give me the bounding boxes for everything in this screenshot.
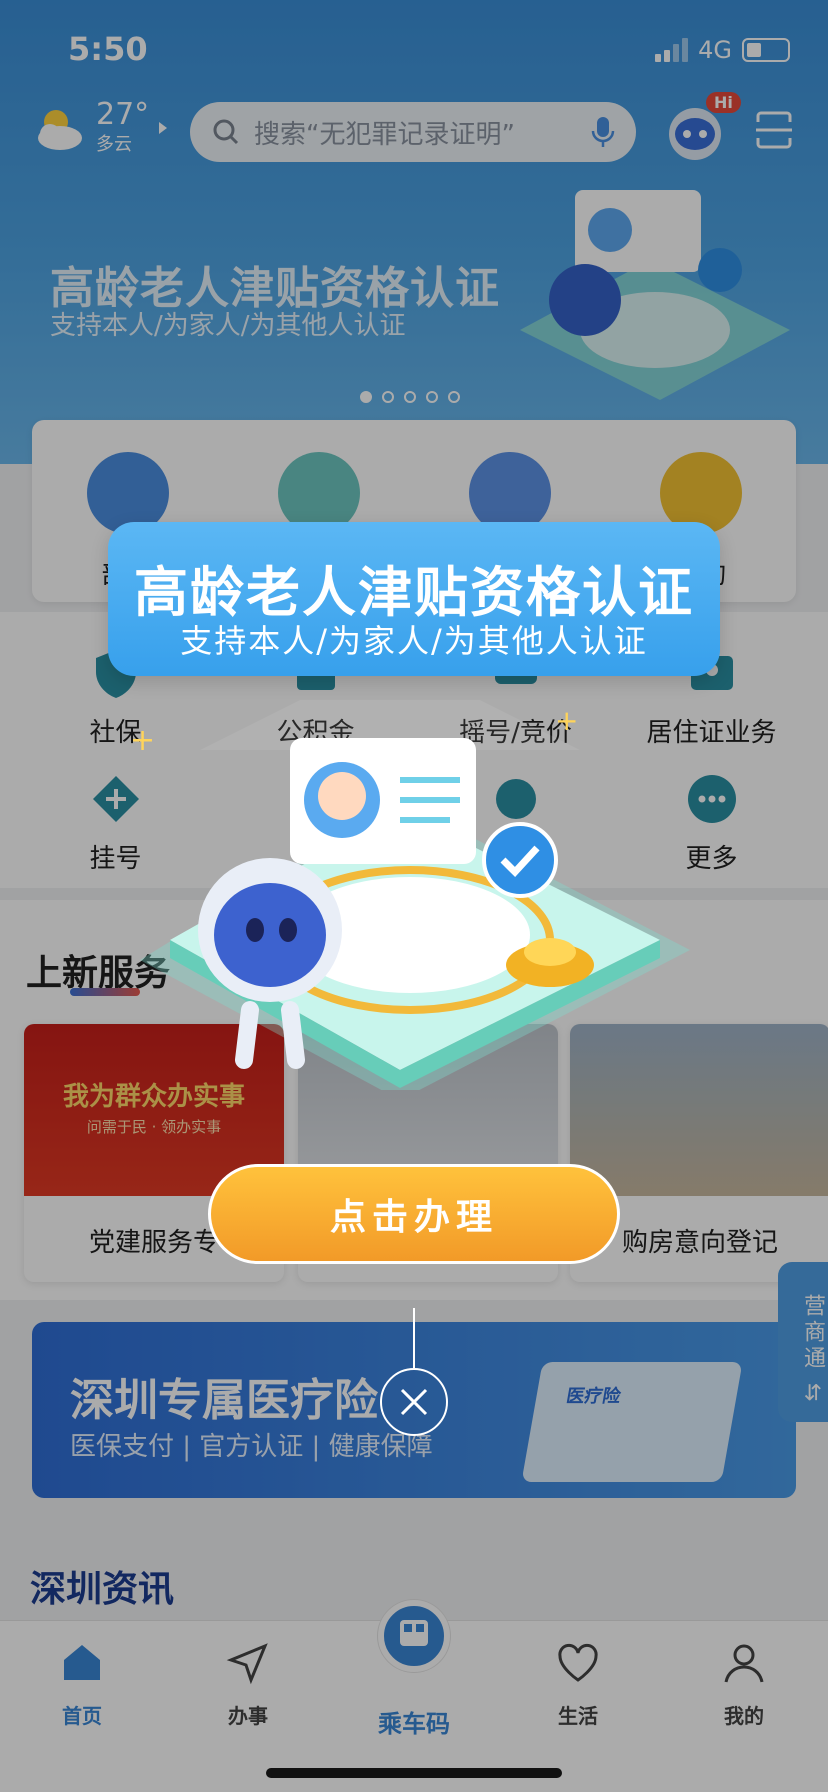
close-button[interactable] (380, 1368, 448, 1436)
popup-illustration: + + (130, 700, 690, 1090)
close-connector-line (413, 1308, 415, 1370)
handle-now-button[interactable]: 点击办理 (208, 1164, 620, 1264)
popup-subtitle: 支持本人/为家人/为其他人认证 (180, 622, 648, 660)
home-indicator (266, 1768, 562, 1778)
svg-text:+: + (130, 723, 155, 758)
popup-title-box: 高龄老人津贴资格认证 支持本人/为家人/为其他人认证 (108, 522, 720, 676)
close-icon (400, 1388, 428, 1416)
svg-text:+: + (555, 704, 578, 737)
